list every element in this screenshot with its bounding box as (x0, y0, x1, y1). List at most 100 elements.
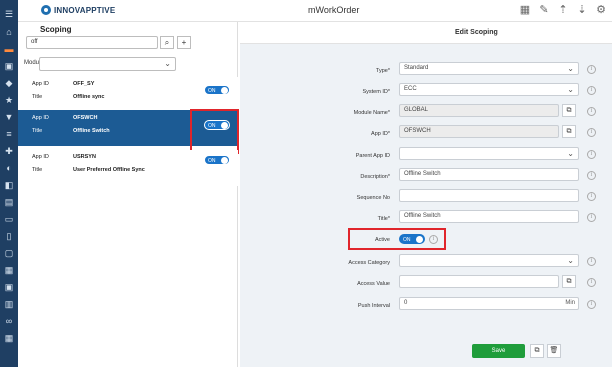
edit-scoping-panel: Edit Scoping Type* Standard ⌄ i System ID… (240, 22, 612, 367)
chevron-down-icon: ⌄ (567, 64, 574, 73)
info-icon[interactable]: i (587, 107, 596, 116)
folder-icon[interactable]: ▭ (3, 214, 15, 224)
app-title: mWorkOrder (308, 5, 360, 15)
filter-icon[interactable]: ▼ (3, 112, 15, 122)
card-icon[interactable]: ▬ (3, 44, 15, 54)
printer-icon[interactable]: ▥ (3, 299, 15, 309)
logo-icon (41, 5, 51, 15)
info-icon[interactable]: i (587, 257, 596, 266)
tag-icon[interactable]: ◆ (3, 78, 15, 88)
copy-icon[interactable]: ⧉ (562, 104, 576, 117)
panel-title: Scoping (40, 25, 72, 34)
download-icon[interactable]: ⇣ (575, 3, 589, 17)
app-id-label: App ID (32, 115, 49, 121)
chevron-down-icon: ⌄ (567, 149, 574, 158)
module-name-label: Module Name* (353, 110, 390, 116)
description-label: Description* (360, 174, 390, 180)
info-icon[interactable]: i (587, 86, 596, 95)
system-id-label: System ID* (362, 89, 390, 95)
title-value: Offline Switch (73, 128, 110, 134)
list-item[interactable]: App ID USRSYN Title User Preferred Offli… (18, 150, 238, 186)
sequence-no-input[interactable] (399, 189, 579, 202)
access-value-label: Access Value (357, 281, 390, 287)
calendar-icon[interactable]: ▦ (3, 265, 15, 275)
form-title: Edit Scoping (455, 29, 498, 36)
type-select[interactable]: Standard ⌄ (399, 62, 579, 75)
list-item[interactable]: App ID OFF_SY Title Offline sync ON (18, 77, 238, 113)
dashboard-icon[interactable]: ◐ (3, 163, 15, 173)
app-id-value: USRSYN (73, 154, 96, 160)
form-header: Edit Scoping (240, 22, 612, 44)
chevron-down-icon: ⌄ (567, 85, 574, 94)
unit-label: Min (565, 300, 575, 306)
link-icon[interactable]: ∞ (3, 316, 15, 326)
chevron-down-icon: ⌄ (164, 59, 171, 68)
save-button[interactable]: Save (472, 344, 525, 358)
list-icon[interactable]: ≡ (3, 129, 15, 139)
parent-app-id-label: Parent App ID (355, 153, 390, 159)
info-icon[interactable]: i (587, 171, 596, 180)
access-category-label: Access Category (348, 260, 390, 266)
layers-icon[interactable]: ◧ (3, 180, 15, 190)
title-label: Title* (377, 216, 390, 222)
push-interval-label: Push Interval (357, 303, 390, 309)
access-value-input[interactable] (399, 275, 559, 288)
info-icon[interactable]: i (587, 128, 596, 137)
info-icon[interactable]: i (587, 300, 596, 309)
add-button[interactable]: + (177, 36, 191, 49)
monitor-icon[interactable]: ▢ (3, 248, 15, 258)
push-interval-input[interactable]: 0 Min (399, 297, 579, 310)
search-button[interactable]: ⌕ (160, 36, 174, 49)
copy-icon[interactable]: ⧉ (530, 344, 544, 358)
toggle-knob (221, 87, 228, 94)
copy-icon[interactable]: ⧉ (562, 275, 576, 288)
top-bar: INNOVAPPTIVE mWorkOrder ▦ ✎ ⇡ ⇣ ⚙ (18, 0, 612, 22)
window-icon[interactable]: ▣ (3, 61, 15, 71)
table-icon[interactable]: ▦ (3, 333, 15, 343)
info-icon[interactable]: i (587, 150, 596, 159)
title-label: Title (32, 167, 43, 173)
app-id-value: OFSWCH (73, 115, 98, 121)
parent-app-id-select[interactable]: ⌄ (399, 147, 579, 160)
grid-icon[interactable]: ▦ (518, 3, 532, 17)
info-icon[interactable]: i (587, 278, 596, 287)
delete-icon[interactable]: 🗑 (547, 344, 561, 358)
edit-icon[interactable]: ✎ (537, 3, 551, 17)
app-id-value: OFF_SY (73, 81, 95, 87)
document-icon[interactable]: ▯ (3, 231, 15, 241)
active-toggle[interactable]: ON (204, 155, 230, 165)
window-icon[interactable]: ▤ (3, 197, 15, 207)
menu-icon[interactable]: ☰ (3, 9, 15, 19)
module-select[interactable]: ⌄ (39, 57, 176, 71)
search-input[interactable]: off (26, 36, 158, 49)
tools-icon[interactable]: ✚ (3, 146, 15, 156)
active-toggle[interactable]: ON (204, 85, 230, 95)
sequence-no-label: Sequence No (356, 195, 390, 201)
home-icon[interactable]: ⌂ (3, 27, 15, 37)
info-icon[interactable]: i (587, 192, 596, 201)
app-id-label: App ID (32, 81, 49, 87)
highlight-box (348, 228, 446, 250)
app-id-label: App ID* (371, 131, 390, 137)
module-name-field: GLOBAL (399, 104, 559, 117)
title-value: User Preferred Offline Sync (73, 167, 145, 173)
title-label: Title (32, 94, 43, 100)
gear-icon[interactable]: ⚙ (594, 3, 608, 17)
info-icon[interactable]: i (587, 65, 596, 74)
nav-rail: ☰ ⌂ ▬ ▣ ◆ ★ ▼ ≡ ✚ ◐ ◧ ▤ ▭ ▯ ▢ ▦ ▣ ▥ ∞ ▦ (0, 0, 18, 367)
highlight-box (190, 109, 239, 154)
logo: INNOVAPPTIVE (41, 5, 115, 15)
scoping-panel: Scoping off ⌕ + Module ⌄ App ID OFF_SY T… (18, 22, 239, 367)
title-value: Offline sync (73, 94, 105, 100)
description-input[interactable]: Offline Switch (399, 168, 579, 181)
access-category-select[interactable]: ⌄ (399, 254, 579, 267)
system-id-select[interactable]: ECC ⌄ (399, 83, 579, 96)
monitor-icon[interactable]: ▣ (3, 282, 15, 292)
info-icon[interactable]: i (587, 213, 596, 222)
upload-icon[interactable]: ⇡ (556, 3, 570, 17)
chevron-down-icon: ⌄ (567, 256, 574, 265)
title-input[interactable]: Offline Switch (399, 210, 579, 223)
copy-icon[interactable]: ⧉ (562, 125, 576, 138)
star-icon[interactable]: ★ (3, 95, 15, 105)
type-label: Type* (375, 68, 390, 74)
